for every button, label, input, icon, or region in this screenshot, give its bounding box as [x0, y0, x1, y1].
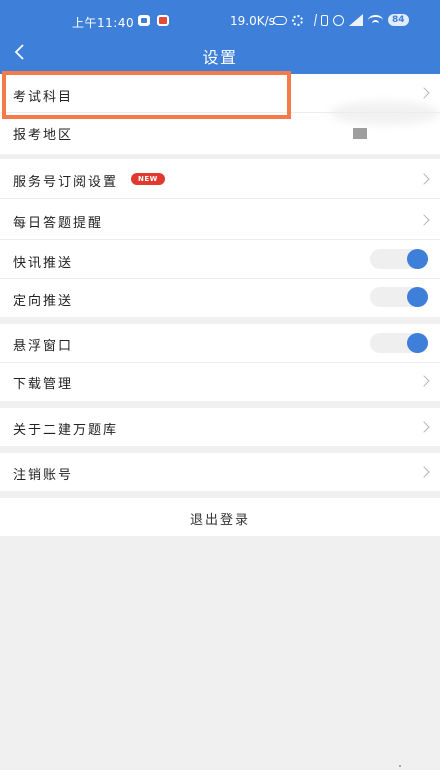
bluetooth-icon — [306, 14, 318, 26]
logout-label: 退出登录 — [189, 513, 250, 528]
new-badge: NEW — [131, 173, 165, 185]
chevron-right-icon — [418, 214, 430, 226]
logout-button[interactable]: 退出登录 — [0, 498, 440, 536]
news-push-label: 快讯推送 — [13, 256, 74, 271]
floating-window-row: 悬浮窗口 — [0, 324, 440, 362]
about-row[interactable]: 关于二建万题库 — [0, 408, 440, 446]
floating-window-label: 悬浮窗口 — [13, 339, 74, 354]
toggle-knob — [407, 333, 428, 353]
status-time: 上午11:40 — [72, 16, 135, 30]
news-push-toggle[interactable] — [370, 249, 428, 269]
bottom-mark — [399, 765, 401, 767]
vibrate-icon — [321, 14, 328, 26]
service-subscription-label: 服务号订阅设置 — [13, 175, 119, 190]
cloud-icon — [273, 15, 287, 25]
chevron-right-icon — [418, 421, 430, 433]
status-icons: 84 — [273, 13, 409, 27]
download-manager-row[interactable]: 下载管理 — [0, 363, 440, 401]
settings-group-window: 悬浮窗口 下载管理 — [0, 324, 440, 401]
gear-icon — [292, 14, 303, 26]
signal-icon — [349, 14, 363, 26]
wifi-icon — [368, 14, 383, 26]
download-manager-label: 下载管理 — [13, 377, 74, 392]
deactivate-account-row[interactable]: 注销账号 — [0, 453, 440, 491]
chevron-right-icon — [418, 375, 430, 387]
exam-region-label: 报考地区 — [13, 128, 74, 143]
app-header: 上午11:40 19.0K/s 84 设置 — [0, 0, 440, 74]
network-speed: 19.0K/s — [230, 14, 275, 28]
status-bar: 上午11:40 19.0K/s 84 — [0, 0, 440, 40]
floating-window-toggle[interactable] — [370, 333, 428, 353]
daily-reminder-row[interactable]: 每日答题提醒 — [0, 199, 440, 239]
service-subscription-row[interactable]: 服务号订阅设置 NEW — [0, 159, 440, 198]
highlight-box — [2, 71, 291, 119]
toggle-knob — [407, 249, 428, 269]
targeted-push-label: 定向推送 — [13, 294, 74, 309]
news-push-row: 快讯推送 — [0, 240, 440, 278]
battery-icon: 84 — [388, 14, 409, 26]
alarm-icon — [333, 14, 344, 26]
chevron-right-icon — [418, 87, 430, 99]
targeted-push-toggle[interactable] — [370, 287, 428, 307]
toggle-knob — [407, 287, 428, 307]
app-notification-icon — [138, 15, 150, 26]
app-alert-icon — [157, 15, 169, 26]
settings-group-push: 服务号订阅设置 NEW 每日答题提醒 快讯推送 定向推送 — [0, 159, 440, 317]
deactivate-account-label: 注销账号 — [13, 468, 74, 483]
daily-reminder-label: 每日答题提醒 — [13, 216, 104, 231]
targeted-push-row: 定向推送 — [0, 279, 440, 317]
region-value-placeholder — [353, 128, 367, 139]
about-label: 关于二建万题库 — [13, 423, 119, 438]
blurred-value — [330, 101, 440, 125]
page-title: 设置 — [202, 48, 238, 67]
chevron-right-icon — [418, 173, 430, 185]
chevron-right-icon — [418, 466, 430, 478]
